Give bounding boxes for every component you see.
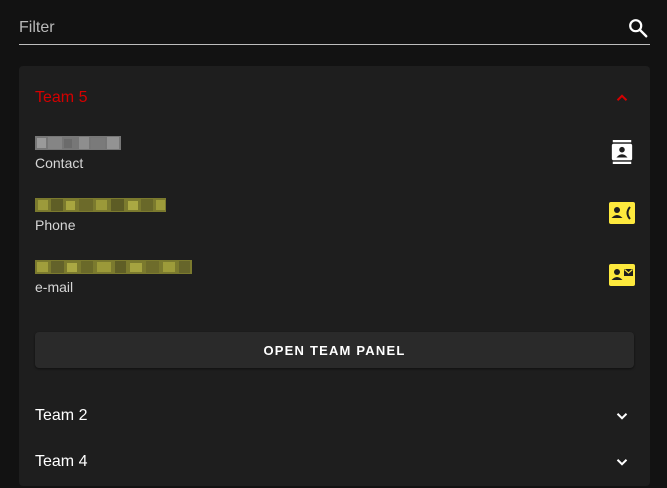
contact-row: Contact — [35, 136, 635, 186]
teams-panel: Team 5 Contact Phone e-mail OPEN TEAM PA… — [19, 66, 650, 486]
phone-row: Phone — [35, 198, 635, 248]
filter-input[interactable] — [19, 14, 609, 42]
email-card-icon[interactable] — [609, 263, 635, 287]
chevron-up-icon[interactable] — [613, 89, 631, 107]
team-header-team-5[interactable]: Team 5 — [19, 72, 650, 124]
contact-label: Contact — [35, 155, 84, 171]
team-title: Team 2 — [35, 407, 88, 424]
email-row: e-mail — [35, 260, 635, 310]
phone-label: Phone — [35, 217, 76, 233]
chevron-down-icon[interactable] — [613, 407, 631, 425]
redacted-contact-name — [35, 136, 121, 150]
team-title: Team 4 — [35, 453, 88, 470]
team-header-team-2[interactable]: Team 2 — [19, 390, 650, 442]
redacted-email-address — [35, 260, 192, 274]
open-team-panel-button[interactable]: OPEN TEAM PANEL — [35, 332, 634, 368]
team-header-team-4[interactable]: Team 4 — [19, 436, 650, 488]
team-title: Team 5 — [35, 89, 88, 106]
contact-card-icon[interactable] — [609, 140, 635, 164]
redacted-phone-number — [35, 198, 166, 212]
email-label: e-mail — [35, 279, 74, 295]
phone-card-icon[interactable] — [609, 201, 635, 225]
search-icon[interactable] — [627, 17, 649, 39]
chevron-down-icon[interactable] — [613, 453, 631, 471]
filter-bar — [19, 0, 650, 45]
